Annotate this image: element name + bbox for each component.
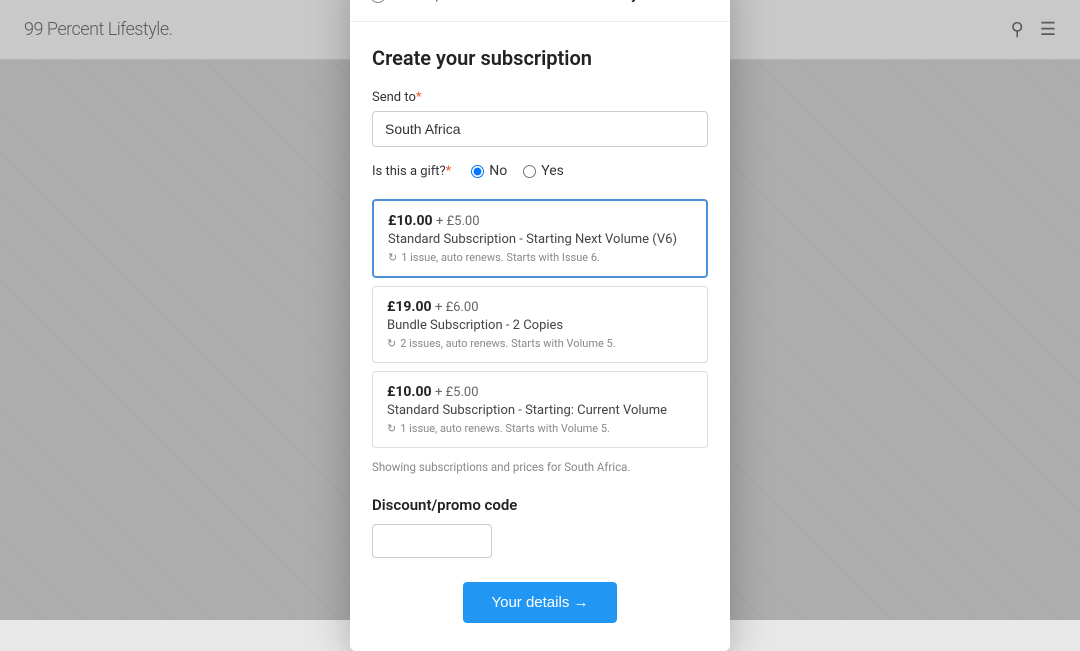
- renew-icon-3: ↻: [387, 422, 396, 435]
- gift-group: Is this a gift?* No Yes: [372, 163, 708, 179]
- submit-wrapper: Your details →: [372, 582, 708, 623]
- sub-option-1-price: £10.00 + £5.00: [388, 213, 692, 229]
- modal-brand: 99 Percent Lifestyle.: [529, 0, 653, 3]
- renew-icon-1: ↻: [388, 251, 397, 264]
- subscription-option-3[interactable]: £10.00 + £5.00 Standard Subscription - S…: [372, 371, 708, 448]
- sub-option-2-name: Bundle Subscription - 2 Copies: [387, 318, 693, 333]
- gift-no-label: No: [489, 163, 507, 179]
- your-details-button[interactable]: Your details →: [463, 582, 616, 623]
- send-to-group: Send to*: [372, 90, 708, 147]
- discount-label: Discount/promo code: [372, 496, 708, 514]
- modal-header: i Subscription Info 99 Percent Lifestyle…: [350, 0, 730, 22]
- sub-option-1-name: Standard Subscription - Starting Next Vo…: [388, 232, 692, 247]
- subscription-info-label: Subscription Info: [392, 0, 490, 3]
- sub-option-2-price: £19.00 + £6.00: [387, 299, 693, 315]
- subscription-option-2[interactable]: £19.00 + £6.00 Bundle Subscription - 2 C…: [372, 286, 708, 363]
- send-to-label: Send to*: [372, 90, 708, 105]
- modal-title: Create your subscription: [372, 46, 708, 70]
- sub-option-3-price: £10.00 + £5.00: [387, 384, 693, 400]
- showing-note: Showing subscriptions and prices for Sou…: [372, 460, 708, 474]
- subscription-option-1[interactable]: £10.00 + £5.00 Standard Subscription - S…: [372, 199, 708, 278]
- subscription-options: £10.00 + £5.00 Standard Subscription - S…: [372, 199, 708, 448]
- sub-option-3-detail: ↻ 1 issue, auto renews. Starts with Volu…: [387, 422, 693, 435]
- gift-no-radio[interactable]: [471, 165, 484, 178]
- sub-option-3-name: Standard Subscription - Starting: Curren…: [387, 403, 693, 418]
- modal-header-left: i Subscription Info: [370, 0, 490, 3]
- renew-icon-2: ↻: [387, 337, 396, 350]
- gift-label: Is this a gift?*: [372, 164, 451, 179]
- subscription-modal: i Subscription Info 99 Percent Lifestyle…: [350, 0, 730, 651]
- modal-body: Create your subscription Send to* Is thi…: [350, 22, 730, 651]
- info-icon: i: [370, 0, 386, 3]
- send-to-input[interactable]: [372, 111, 708, 147]
- modal-close-button[interactable]: ×: [690, 0, 710, 7]
- gift-yes-label: Yes: [541, 163, 564, 179]
- gift-no-option[interactable]: No: [471, 163, 507, 179]
- gift-yes-option[interactable]: Yes: [523, 163, 564, 179]
- discount-input[interactable]: [372, 524, 492, 558]
- modal-overlay: i Subscription Info 99 Percent Lifestyle…: [0, 0, 1080, 620]
- gift-yes-radio[interactable]: [523, 165, 536, 178]
- sub-option-2-detail: ↻ 2 issues, auto renews. Starts with Vol…: [387, 337, 693, 350]
- sub-option-1-detail: ↻ 1 issue, auto renews. Starts with Issu…: [388, 251, 692, 264]
